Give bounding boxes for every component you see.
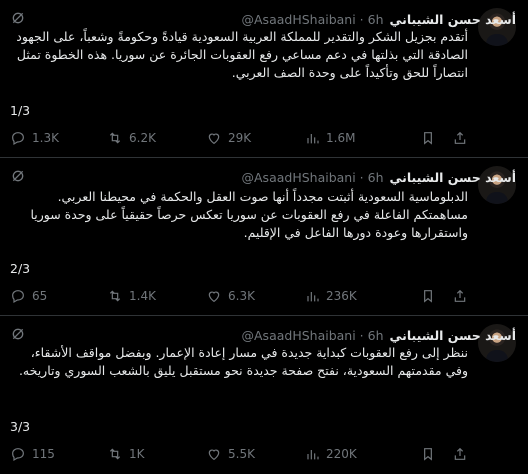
handle[interactable]: @AsaadHShaibani <box>242 170 356 185</box>
display-name[interactable]: أسعد حسن الشيباني <box>390 328 516 343</box>
repost-button[interactable]: 1K <box>107 446 145 462</box>
repost-icon <box>109 132 121 144</box>
bookmark-icon <box>424 290 432 303</box>
reply-count: 1.3K <box>32 131 59 145</box>
like-button[interactable]: 29K <box>206 130 251 146</box>
reply-button[interactable]: 115 <box>10 446 55 462</box>
bookmark-button[interactable] <box>420 446 436 462</box>
reply-icon <box>12 132 24 146</box>
handle-time: @AsaadHShaibani · 6h <box>241 11 384 27</box>
thread-counter: 1/3 <box>10 103 31 118</box>
bookmark-icon <box>424 448 432 461</box>
like-icon <box>208 449 220 461</box>
bookmark-button[interactable] <box>420 130 436 146</box>
tweet[interactable]: أسعد حسن الشيباني @AsaadHShaibani · 6h ن… <box>0 316 528 474</box>
views-icon <box>307 450 319 460</box>
repost-count: 6.2K <box>129 131 156 145</box>
timestamp[interactable]: 6h <box>368 328 384 343</box>
action-bar: 65 1.4K 6.3K 236K <box>10 287 480 305</box>
like-button[interactable]: 6.3K <box>206 288 255 304</box>
like-count: 6.3K <box>228 289 255 303</box>
like-count: 29K <box>228 131 252 145</box>
tweet-header: أسعد حسن الشيباني @AsaadHShaibani · 6h <box>56 9 517 29</box>
thread-counter: 2/3 <box>10 261 31 276</box>
handle[interactable]: @AsaadHShaibani <box>242 12 356 27</box>
handle-time: @AsaadHShaibani · 6h <box>241 169 384 185</box>
action-bar: 1.3K 6.2K 29K 1.6M <box>10 129 480 147</box>
repost-icon <box>109 290 121 302</box>
reply-icon <box>12 290 24 304</box>
reply-count: 65 <box>32 289 48 303</box>
reply-icon <box>12 448 24 462</box>
grok-icon[interactable] <box>10 168 26 184</box>
share-icon <box>454 289 466 302</box>
tweet-header: أسعد حسن الشيباني @AsaadHShaibani · 6h <box>56 325 517 345</box>
share-button[interactable] <box>452 446 468 462</box>
views-button[interactable]: 1.6M <box>304 130 355 146</box>
repost-button[interactable]: 6.2K <box>107 130 156 146</box>
share-button[interactable] <box>452 288 468 304</box>
tweet[interactable]: أسعد حسن الشيباني @AsaadHShaibani · 6h أ… <box>0 0 528 158</box>
handle[interactable]: @AsaadHShaibani <box>242 328 356 343</box>
views-count: 220K <box>326 447 357 461</box>
handle-time: @AsaadHShaibani · 6h <box>241 327 384 343</box>
views-icon <box>307 134 319 144</box>
like-icon <box>208 133 220 145</box>
views-button[interactable]: 236K <box>304 288 357 304</box>
display-name[interactable]: أسعد حسن الشيباني <box>390 170 516 185</box>
views-count: 236K <box>326 289 357 303</box>
action-bar: 115 1K 5.5K 220K <box>10 445 480 463</box>
views-count: 1.6M <box>326 131 356 145</box>
reply-button[interactable]: 1.3K <box>10 130 59 146</box>
like-count: 5.5K <box>228 447 255 461</box>
bookmark-icon <box>424 132 432 145</box>
grok-icon[interactable] <box>10 326 26 342</box>
share-icon <box>454 447 466 460</box>
thread-counter: 3/3 <box>10 419 31 434</box>
repost-button[interactable]: 1.4K <box>107 288 156 304</box>
grok-icon[interactable] <box>10 10 26 26</box>
tweet-header: أسعد حسن الشيباني @AsaadHShaibani · 6h <box>56 167 517 187</box>
display-name[interactable]: أسعد حسن الشيباني <box>390 12 516 27</box>
repost-count: 1.4K <box>129 289 156 303</box>
tweet-text: ننظر إلى رفع العقوبات كبداية جديدة في مس… <box>18 345 468 378</box>
bookmark-button[interactable] <box>420 288 436 304</box>
tweet[interactable]: أسعد حسن الشيباني @AsaadHShaibani · 6h ا… <box>0 158 528 316</box>
views-icon <box>307 292 319 302</box>
share-button[interactable] <box>452 130 468 146</box>
like-button[interactable]: 5.5K <box>206 446 255 462</box>
like-icon <box>208 291 220 303</box>
timestamp[interactable]: 6h <box>368 170 384 185</box>
views-button[interactable]: 220K <box>304 446 357 462</box>
share-icon <box>454 131 466 144</box>
reply-button[interactable]: 65 <box>10 288 47 304</box>
reply-count: 115 <box>32 447 55 461</box>
repost-count: 1K <box>129 447 145 461</box>
repost-icon <box>109 448 121 460</box>
tweet-text: الدبلوماسية السعودية أثبتت مجدداً أنها ص… <box>30 189 468 240</box>
tweet-text: أتقدم بجزيل الشكر والتقدير للمملكة العرب… <box>16 29 468 80</box>
timestamp[interactable]: 6h <box>368 12 384 27</box>
